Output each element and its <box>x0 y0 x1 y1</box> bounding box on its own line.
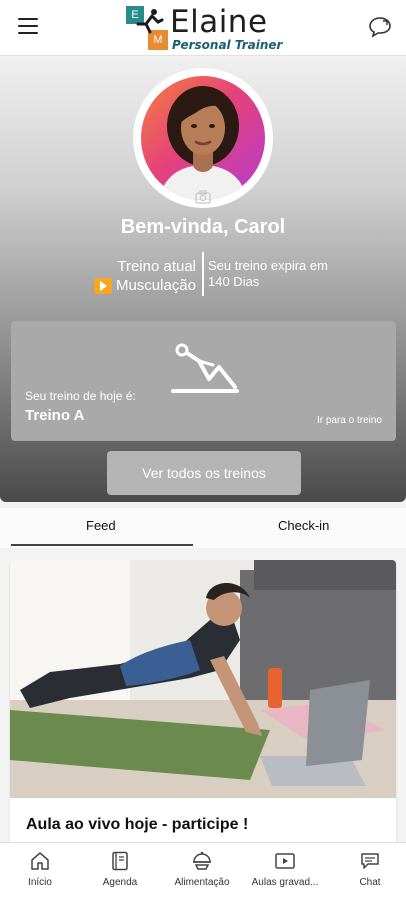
tab-feed[interactable]: Feed <box>86 518 116 533</box>
nav-label-agenda: Agenda <box>102 877 138 888</box>
feed-post-title: Aula ao vivo hoje - participe ! <box>26 816 249 833</box>
play-icon <box>93 277 112 294</box>
bottom-navigation: Início Agenda Alimentação Aulas gravad..… <box>0 842 406 900</box>
chat-icon <box>361 853 379 869</box>
avatar-frame[interactable] <box>133 68 273 208</box>
nav-label-food: Alimentação <box>174 877 230 888</box>
agenda-icon <box>112 851 128 871</box>
home-icon <box>31 852 49 870</box>
nav-item-recorded-classes[interactable]: Aulas gravad... <box>245 851 325 888</box>
feed-post-card[interactable]: Aula ao vivo hoje - participe ! <box>10 560 396 850</box>
brand-logo: E M Elaine Personal Trainer <box>124 4 289 52</box>
tab-check-in[interactable]: Check-in <box>278 518 329 533</box>
workout-exercise-icon <box>171 343 239 393</box>
logo-mark: E M <box>124 6 170 50</box>
runner-figure-icon <box>136 9 164 34</box>
current-training-type: Musculação <box>93 277 196 294</box>
go-to-workout-link[interactable]: Ir para o treino <box>317 415 382 426</box>
top-bar: E M Elaine Personal Trainer <box>0 0 406 56</box>
hamburger-icon[interactable] <box>18 18 38 36</box>
profile-hero: Bem-vinda, Carol Treino atual Musculação… <box>0 56 406 502</box>
training-info: Treino atual Musculação Seu treino expir… <box>0 252 406 298</box>
today-workout-card[interactable]: Seu treino de hoje é: Treino A Ir para o… <box>11 321 396 441</box>
logo-subtitle: Personal Trainer <box>172 38 283 52</box>
training-type-text: Musculação <box>115 277 196 294</box>
info-divider <box>202 252 204 296</box>
nav-item-home[interactable]: Início <box>0 851 80 888</box>
current-training-label: Treino atual <box>117 258 196 275</box>
expiry-line-1: Seu treino expira em <box>208 258 328 273</box>
nav-label-chat: Chat <box>359 877 381 888</box>
nav-item-food[interactable]: Alimentação <box>162 851 242 888</box>
logo-name: Elaine <box>170 4 268 40</box>
welcome-heading: Bem-vinda, Carol <box>120 216 286 238</box>
today-workout-label: Seu treino de hoje é: <box>25 389 136 403</box>
video-icon <box>275 853 295 869</box>
person-portrait <box>159 86 247 200</box>
training-expiry: Seu treino expira em 140 Dias <box>208 258 328 290</box>
nav-label-home: Início <box>28 877 52 888</box>
nav-item-chat[interactable]: Chat <box>330 851 406 888</box>
app-root: E M Elaine Personal Trainer Bem-vinda, C… <box>0 0 406 900</box>
view-all-workouts-button[interactable]: Ver todos os treinos <box>107 451 301 495</box>
current-training: Treino atual Musculação <box>93 258 196 294</box>
today-workout-name: Treino A <box>25 407 85 424</box>
active-tab-indicator <box>11 544 193 546</box>
nav-label-recorded-classes: Aulas gravad... <box>251 877 319 888</box>
avatar <box>141 76 265 200</box>
food-icon <box>193 851 211 870</box>
chat-bubble-icon[interactable] <box>368 16 392 38</box>
expiry-line-2: 140 Dias <box>208 274 260 289</box>
camera-icon[interactable] <box>195 190 211 204</box>
feed-tabs: Feed Check-in <box>0 508 406 548</box>
nav-item-agenda[interactable]: Agenda <box>80 851 160 888</box>
feed-post-image <box>10 560 396 798</box>
